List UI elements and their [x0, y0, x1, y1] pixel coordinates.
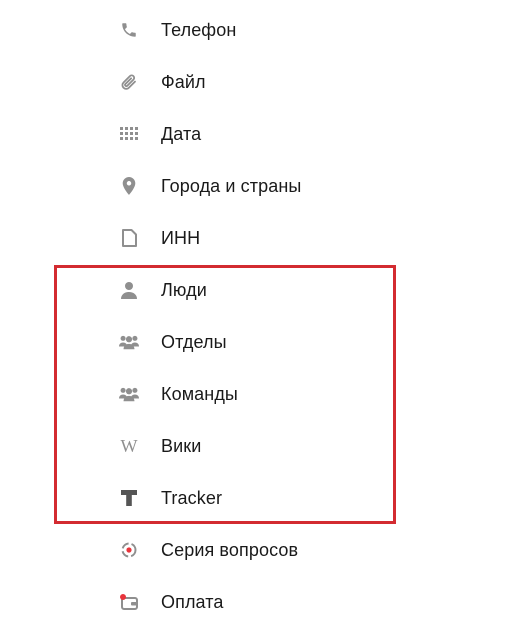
menu-item-date[interactable]: Дата: [0, 108, 511, 160]
menu-item-label: Отделы: [161, 332, 227, 352]
map-pin-icon: [119, 176, 139, 196]
menu-item-payment[interactable]: Оплата: [0, 576, 511, 628]
group-icon: [119, 384, 139, 404]
menu-item-label: Дата: [161, 124, 202, 144]
menu-item-label: Tracker: [161, 488, 223, 508]
group-icon: [119, 332, 139, 352]
menu-item-departments[interactable]: Отделы: [0, 316, 511, 368]
series-circle-icon: [119, 540, 139, 560]
menu-item-cities[interactable]: Города и страны: [0, 160, 511, 212]
menu-item-label: Файл: [161, 72, 206, 92]
wiki-w-icon: W: [119, 436, 139, 456]
menu-item-teams[interactable]: Команды: [0, 368, 511, 420]
menu-item-label: Телефон: [161, 20, 237, 40]
grid-icon: [119, 124, 139, 144]
menu-item-label: Люди: [161, 280, 207, 300]
menu-item-inn[interactable]: ИНН: [0, 212, 511, 264]
menu-item-phone[interactable]: Телефон: [0, 4, 511, 56]
field-type-menu: Телефон Файл Дата Города и страны ИНН Лю…: [0, 4, 511, 628]
phone-icon: [119, 20, 139, 40]
document-icon: [119, 228, 139, 248]
wallet-icon: [119, 592, 139, 612]
paperclip-icon: [119, 72, 139, 92]
menu-item-label: Оплата: [161, 592, 224, 612]
menu-item-label: Команды: [161, 384, 238, 404]
menu-item-label: Города и страны: [161, 176, 302, 196]
menu-item-people[interactable]: Люди: [0, 264, 511, 316]
menu-item-label: Вики: [161, 436, 202, 456]
person-icon: [119, 280, 139, 300]
menu-item-label: ИНН: [161, 228, 201, 248]
menu-item-label: Серия вопросов: [161, 540, 299, 560]
menu-item-wiki[interactable]: W Вики: [0, 420, 511, 472]
menu-item-question-series[interactable]: Серия вопросов: [0, 524, 511, 576]
wiki-w-glyph: W: [120, 436, 138, 456]
menu-item-tracker[interactable]: Tracker: [0, 472, 511, 524]
tracker-t-icon: [119, 488, 139, 508]
menu-item-file[interactable]: Файл: [0, 56, 511, 108]
